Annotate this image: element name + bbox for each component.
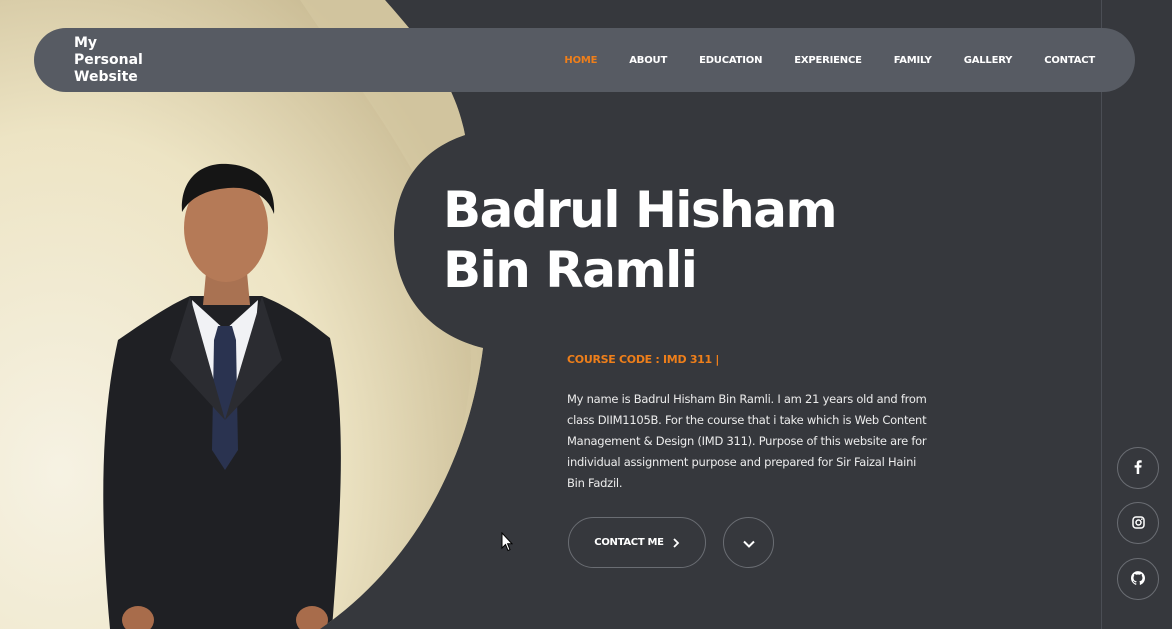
scroll-down-button[interactable] [723, 517, 774, 568]
main-nav: HOME ABOUT EDUCATION EXPERIENCE FAMILY G… [564, 28, 1095, 92]
instagram-button[interactable] [1117, 502, 1159, 544]
github-button[interactable] [1117, 558, 1159, 600]
nav-about[interactable]: ABOUT [629, 55, 667, 66]
mouse-cursor-icon [501, 531, 514, 556]
site-brand[interactable]: My Personal Website [74, 35, 154, 86]
facebook-button[interactable] [1117, 447, 1159, 489]
top-navbar: My Personal Website HOME ABOUT EDUCATION… [34, 28, 1135, 92]
instagram-icon [1131, 514, 1145, 533]
right-divider-line [1101, 0, 1102, 629]
nav-gallery[interactable]: GALLERY [964, 55, 1013, 66]
course-code: COURSE CODE : IMD 311 | [567, 353, 720, 366]
hero-name-line2: Bin Ramli [443, 241, 698, 299]
nav-education[interactable]: EDUCATION [699, 55, 762, 66]
nav-experience[interactable]: EXPERIENCE [794, 55, 862, 66]
contact-me-button[interactable]: CONTACT ME [568, 517, 706, 568]
chevron-down-icon [742, 533, 755, 552]
profile-photo [0, 0, 500, 629]
nav-home[interactable]: HOME [564, 55, 597, 66]
nav-contact[interactable]: CONTACT [1044, 55, 1095, 66]
hero-name: Badrul Hisham Bin Ramli [443, 180, 838, 300]
nav-family[interactable]: FAMILY [894, 55, 932, 66]
intro-paragraph: My name is Badrul Hisham Bin Ramli. I am… [567, 392, 927, 490]
hero-name-line1: Badrul Hisham [443, 181, 838, 239]
chevron-right-icon [672, 533, 680, 552]
github-icon [1131, 570, 1145, 589]
facebook-icon [1134, 459, 1142, 478]
contact-me-label: CONTACT ME [594, 537, 664, 548]
